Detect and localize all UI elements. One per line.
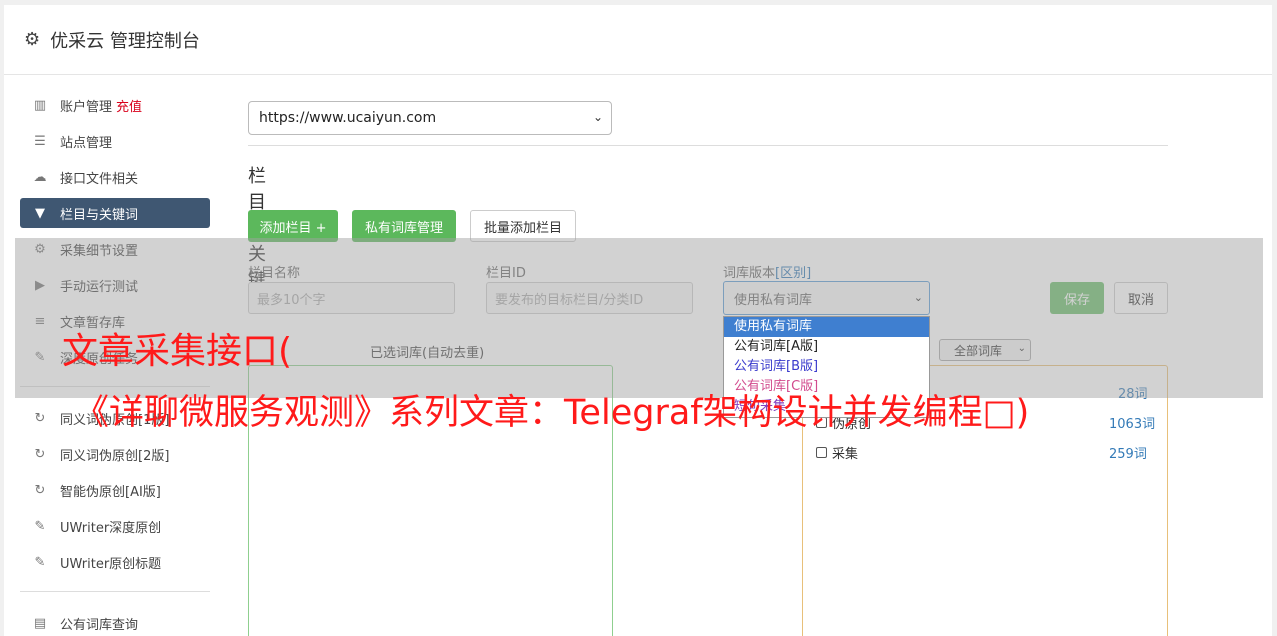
- sidebar-item-uwriter-title[interactable]: ✎ UWriter原创标题: [20, 547, 210, 577]
- book-icon: ▤: [33, 615, 47, 631]
- dropdown-option[interactable]: 公有词库[A版]: [724, 337, 929, 357]
- refresh-icon: ↻: [34, 446, 46, 462]
- sidebar-item-label: 栏目与关键词: [60, 207, 139, 223]
- divider: [248, 145, 1168, 146]
- filter-icon: ▼: [35, 205, 45, 221]
- edit-icon: ✎: [34, 554, 46, 570]
- refresh-icon: ↻: [34, 410, 46, 426]
- site-select[interactable]: https://www.ucaiyun.com ⌄: [248, 101, 612, 135]
- refresh-icon: ↻: [34, 482, 46, 498]
- chevron-down-icon: ⌄: [592, 110, 603, 124]
- sidebar-item-label: 接口文件相关: [60, 171, 139, 187]
- sidebar-item-label: 同义词伪原创[2版]: [60, 448, 170, 464]
- dropdown-option[interactable]: 使用私有词库: [724, 317, 929, 337]
- sidebar-divider: [20, 591, 210, 592]
- checkbox[interactable]: [816, 447, 827, 458]
- sidebar-item-ai-original[interactable]: ↻ 智能伪原创[AI版]: [20, 475, 210, 505]
- cloud-upload-icon: ☁: [33, 169, 47, 185]
- sidebar-item-label: UWriter深度原创: [60, 520, 162, 536]
- lib-name: 采集: [832, 447, 859, 462]
- app-header: ⚙ 优采云 管理控制台: [4, 5, 1272, 75]
- bar-chart-icon: ▥: [33, 97, 47, 113]
- sidebar-item-label: 账户管理: [60, 99, 113, 115]
- sidebar-item-account[interactable]: ▥ 账户管理 充值: [20, 90, 210, 120]
- sidebar-item-synonym-v2[interactable]: ↻ 同义词伪原创[2版]: [20, 439, 210, 469]
- sidebar-item-sites[interactable]: ☰ 站点管理: [20, 126, 210, 156]
- page-title: 优采云 管理控制台: [50, 30, 200, 52]
- edit-icon: ✎: [34, 518, 46, 534]
- sidebar-item-label: 站点管理: [60, 135, 113, 151]
- recharge-link[interactable]: 充值: [116, 96, 142, 115]
- lib-count: 1063词: [1109, 417, 1156, 432]
- lib-count: 259词: [1109, 447, 1147, 462]
- sidebar-item-public-lib-query[interactable]: ▤ 公有词库查询: [20, 608, 210, 636]
- watermark-line-1: 文章采集接口(: [62, 331, 293, 372]
- site-select-value: https://www.ucaiyun.com: [259, 110, 437, 126]
- sidebar-item-label: 智能伪原创[AI版]: [60, 484, 161, 500]
- sidebar-item-uwriter-deep[interactable]: ✎ UWriter深度原创: [20, 511, 210, 541]
- dropdown-option[interactable]: 公有词库[B版]: [724, 357, 929, 377]
- watermark-line-2: 《详聊微服务观测》系列文章：Telegraf架构设计并发编程□): [74, 393, 1030, 433]
- modal-overlay: [15, 238, 1263, 398]
- lib-row[interactable]: 采集: [816, 443, 858, 462]
- gear-icon: ⚙: [24, 29, 41, 50]
- sidebar-item-label: 公有词库查询: [60, 617, 139, 633]
- sidebar-item-interface-files[interactable]: ☁ 接口文件相关: [20, 162, 210, 192]
- sidebar-item-label: UWriter原创标题: [60, 556, 162, 572]
- server-icon: ☰: [34, 133, 46, 149]
- sidebar-item-columns-keywords[interactable]: ▼ 栏目与关键词: [20, 198, 210, 228]
